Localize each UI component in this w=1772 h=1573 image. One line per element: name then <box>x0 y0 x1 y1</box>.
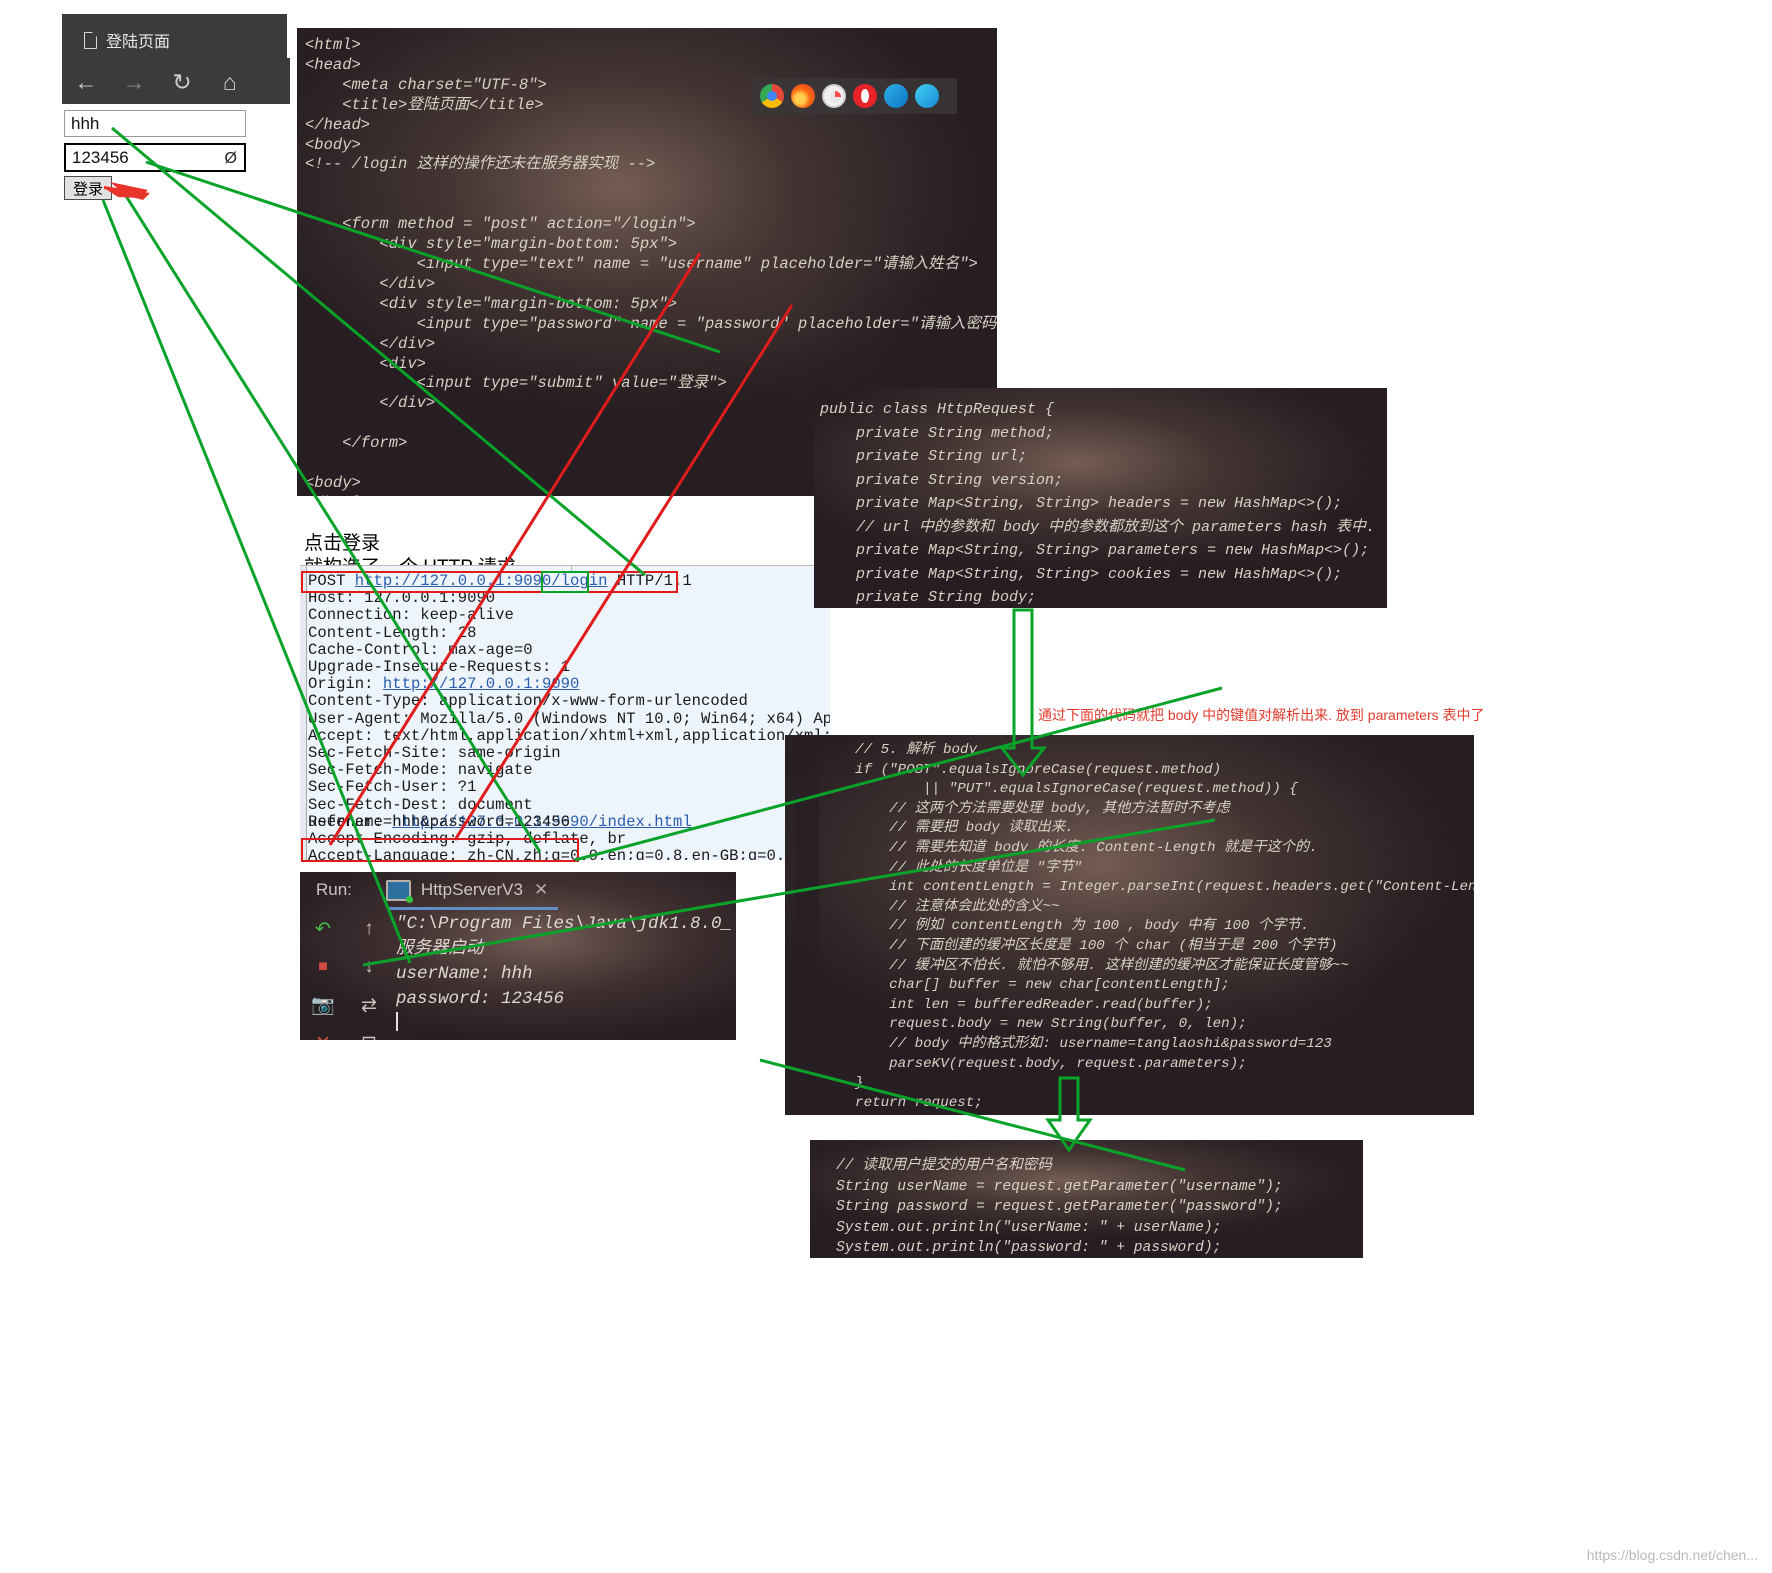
caption-click-login: 点击登录 <box>304 533 381 554</box>
parse-body-code-pane: // 5. 解析 body if ("POST".equalsIgnoreCas… <box>785 735 1474 1115</box>
http-request-body: username=hhh&password=123456 <box>308 813 571 831</box>
camera-icon[interactable]: 📷 <box>300 986 346 1024</box>
watermark: https://blog.csdn.net/chen... <box>1586 1547 1758 1563</box>
firefox-icon <box>791 84 815 108</box>
page-icon <box>84 31 97 49</box>
print-icon[interactable]: ⊟ <box>346 1024 392 1041</box>
wrap-icon[interactable]: ⇄ <box>346 986 392 1024</box>
httprequest-class-code: public class HttpRequest { private Strin… <box>820 401 1376 606</box>
browser-nav-bar-filler <box>278 58 290 104</box>
run-label: Run: <box>316 880 352 899</box>
login-submit-label: 登录 <box>72 180 103 198</box>
down-arrow-icon[interactable]: ↓ <box>346 948 392 986</box>
password-value: 123456 <box>72 147 129 167</box>
reload-icon[interactable]: ↻ <box>158 60 206 104</box>
forward-icon[interactable]: → <box>110 60 158 104</box>
rerun-icon[interactable]: ↶ <box>300 910 346 948</box>
eye-slash-icon[interactable]: Ø <box>225 150 237 168</box>
browser-nav-bar: ← → ↻ ⌂ <box>62 60 287 104</box>
get-parameter-code: // 读取用户提交的用户名和密码 String userName = reque… <box>836 1158 1283 1256</box>
request-body-highlight-box <box>301 838 579 862</box>
http-request-capture-panel: POST http://127.0.0.1:9090/login HTTP/1.… <box>300 565 830 860</box>
run-config-icon <box>385 879 413 903</box>
httprequest-class-code-pane: public class HttpRequest { private Strin… <box>814 388 1387 608</box>
safari-icon <box>822 84 846 108</box>
stop-icon[interactable]: ■ <box>300 948 346 986</box>
back-icon[interactable]: ← <box>62 60 110 104</box>
parse-pane-gutter <box>795 735 819 1115</box>
annotation-note-parse-body: 通过下面的代码就把 body 中的键值对解析出来. 放到 parameters … <box>1038 707 1485 723</box>
login-submit-button[interactable]: 登录 <box>64 176 112 200</box>
run-panel-toolbar: ↶ ↑ ■ ↓ 📷 ⇄ ✕ ⊟ <box>300 910 392 1040</box>
browser-tab[interactable]: 登陆页面 <box>74 21 180 59</box>
run-panel-header: Run: HttpServerV3 ✕ <box>300 872 736 908</box>
username-input[interactable]: hhh <box>64 110 246 137</box>
console-caret <box>396 1012 398 1031</box>
browser-tab-bar: 登陆页面 <box>62 14 287 60</box>
login-path-highlight-box <box>541 571 589 593</box>
browser-icons-strip <box>752 78 957 114</box>
parse-body-code: // 5. 解析 body if ("POST".equalsIgnoreCas… <box>821 742 1474 1115</box>
chrome-icon <box>760 84 784 108</box>
home-icon[interactable]: ⌂ <box>206 60 254 104</box>
close-icon[interactable]: ✕ <box>534 880 548 900</box>
get-parameter-code-pane: // 读取用户提交的用户名和密码 String userName = reque… <box>810 1140 1363 1258</box>
up-arrow-icon[interactable]: ↑ <box>346 910 392 948</box>
edge-icon <box>884 84 908 108</box>
run-console-output: "C:\Program Files\Java\jdk1.8.0_ 服务器启动 u… <box>396 912 736 1040</box>
browser-window: 登陆页面 ← → ↻ ⌂ <box>62 14 287 104</box>
password-input[interactable]: 123456 Ø <box>64 143 246 172</box>
run-tab-name: HttpServerV3 <box>420 880 523 899</box>
close-icon[interactable]: ✕ <box>300 1024 346 1041</box>
username-value: hhh <box>71 113 100 133</box>
intellij-run-panel: Run: HttpServerV3 ✕ ↶ ↑ ■ ↓ 📷 ⇄ ✕ ⊟ "C:\… <box>300 872 736 1040</box>
run-tab-underline <box>388 907 558 910</box>
request-line-highlight-box <box>301 571 678 593</box>
panel-rail <box>300 566 307 860</box>
edge-legacy-icon <box>915 84 939 108</box>
opera-icon <box>853 84 877 108</box>
browser-tab-title: 登陆页面 <box>106 34 171 51</box>
